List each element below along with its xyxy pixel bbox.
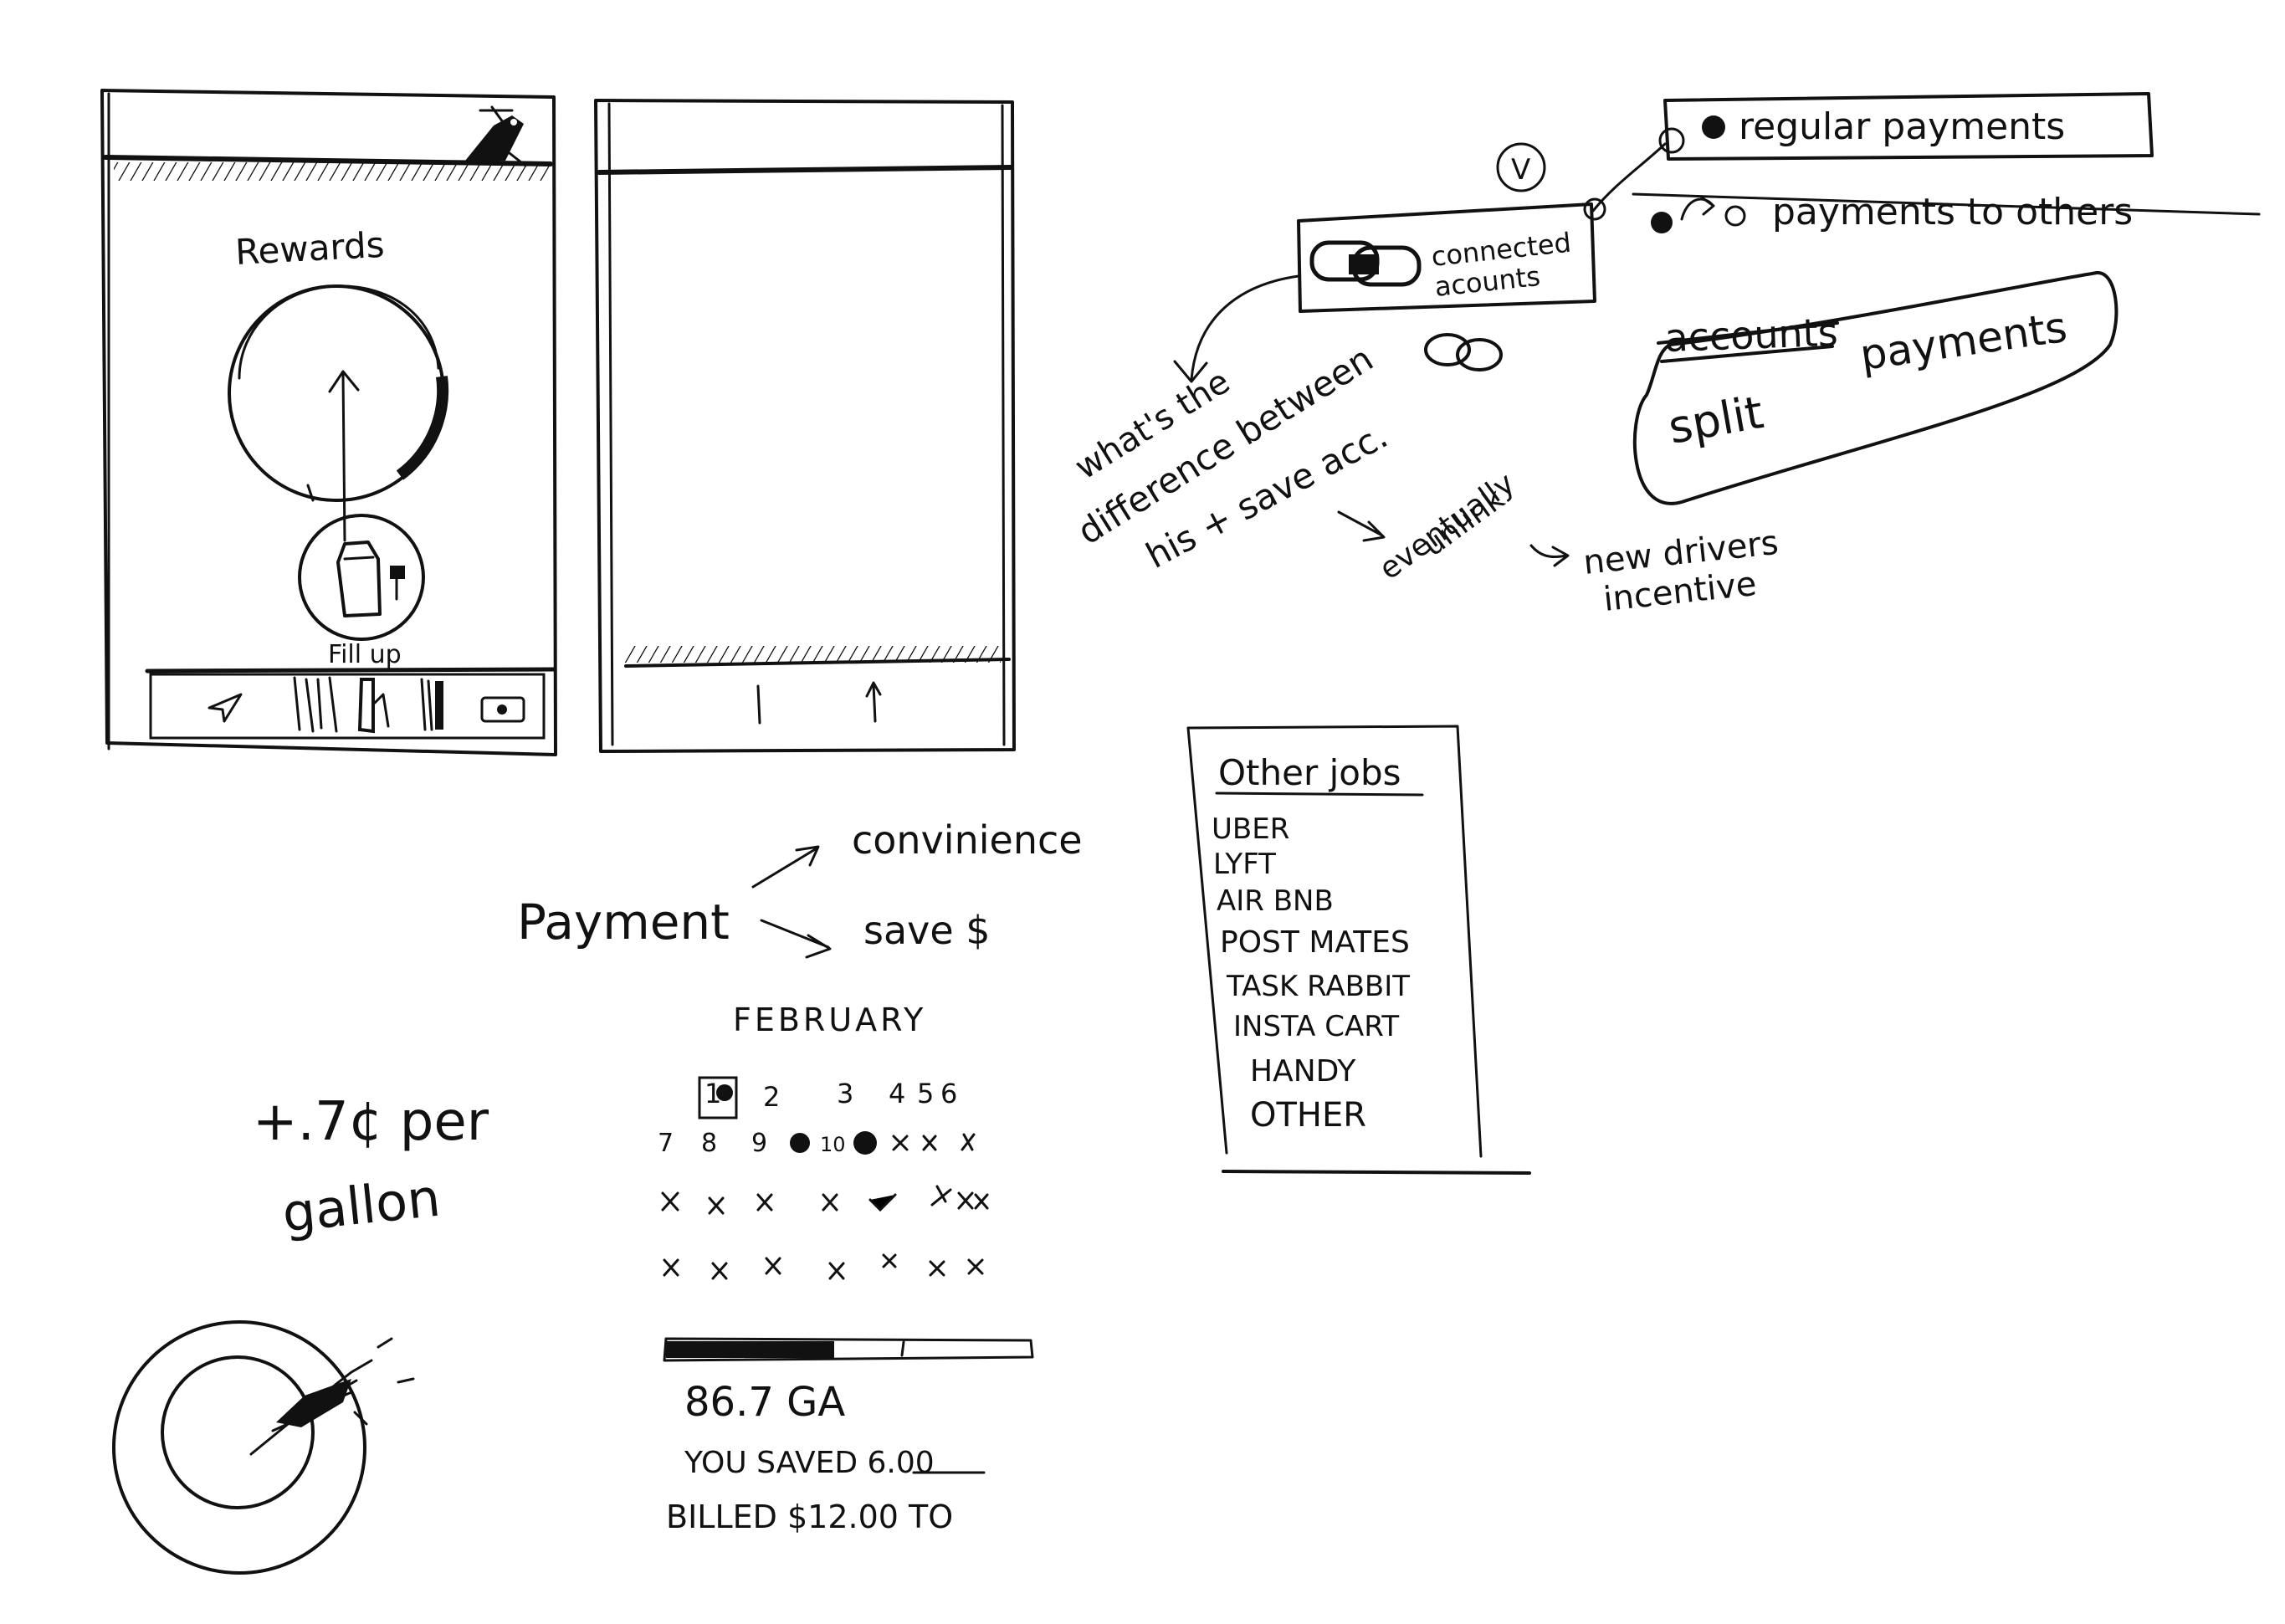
calendar-day[interactable]: 5 [917, 1078, 934, 1109]
phone-mockup-blank [594, 99, 1016, 753]
nav-active-fuel-icon[interactable] [293, 676, 443, 734]
nav-divider [756, 684, 761, 725]
option-regular-payments[interactable]: regular payments [1663, 92, 2154, 161]
fill-up-button[interactable] [298, 514, 425, 641]
per-gallon-amount: +.7¢ per [253, 1091, 489, 1153]
badge-v: V [1496, 142, 1546, 192]
radio-selected-icon [1702, 115, 1725, 139]
gallons-progress-bar [663, 1337, 1034, 1362]
savings-text: YOU SAVED 6.00 [684, 1446, 935, 1480]
radio-empty-icon [1724, 205, 1746, 227]
per-gallon-note: +.7¢ per gallon [253, 1091, 489, 1244]
calendar-day[interactable]: 6 [940, 1078, 957, 1109]
job-item[interactable]: LYFT [1213, 848, 1276, 881]
branch-convenience: convinience [852, 817, 1083, 863]
job-item[interactable]: HANDY [1250, 1054, 1356, 1089]
job-item[interactable]: AIR BNB [1217, 884, 1334, 918]
calendar-month: FEBRUARY [733, 1002, 926, 1038]
payment-root: Payment [517, 894, 730, 950]
gauge-fill [396, 376, 449, 480]
arrow-icon [760, 919, 832, 959]
calendar-day[interactable]: 4 [889, 1078, 905, 1109]
arrow-icon [751, 845, 820, 889]
gas-pump-icon [336, 540, 382, 617]
arrow-icon [1529, 544, 1570, 567]
job-item[interactable]: TASK RABBIT [1226, 970, 1410, 1003]
job-item[interactable]: OTHER [1250, 1096, 1366, 1135]
connected-accounts-flow: V connected acounts regular payments pay [1297, 92, 2261, 505]
rewards-title: Rewards [234, 224, 386, 273]
branch-save: save $ [863, 908, 991, 953]
link-chain-icon [1309, 240, 1422, 287]
svg-text:regular payments: regular payments [1739, 105, 2065, 148]
calendar-day[interactable]: 10 [820, 1133, 846, 1156]
calendar-row-2: 7 8 9 10 [658, 1129, 877, 1158]
other-jobs-panel: Other jobs UBER LYFT AIR BNB POST MATES … [1186, 725, 1531, 1175]
connected-accounts-card[interactable]: connected acounts [1297, 202, 1596, 313]
rewards-gauge [228, 284, 449, 502]
header-hatching [114, 162, 551, 181]
connector-line [1591, 142, 1667, 213]
bottom-nav [207, 676, 525, 734]
svg-text:payments: payments [1857, 303, 2070, 380]
bird-logo-icon [465, 105, 527, 167]
svg-text:payments to others: payments to others [1772, 191, 2133, 233]
arrow-icon [1337, 510, 1386, 542]
payment-mind-map: Payment convinience save $ [517, 817, 1083, 959]
gauge-dial-sketch [112, 1320, 415, 1575]
saved-day-dot-icon [853, 1131, 877, 1155]
svg-text:split: split [1664, 386, 1767, 454]
calendar-day[interactable]: 7 [658, 1129, 674, 1158]
navigation-arrow-icon[interactable] [207, 693, 243, 723]
job-item[interactable]: UBER [1212, 812, 1289, 846]
job-item[interactable]: INSTA CART [1233, 1010, 1399, 1043]
calendar-day[interactable]: 1 [704, 1078, 721, 1109]
phone-mockup-rewards: Rewards Fill up [100, 89, 557, 756]
calendar-day[interactable]: 3 [837, 1078, 853, 1109]
curved-arrow-icon [1680, 196, 1715, 221]
job-item[interactable]: POST MATES [1220, 925, 1410, 960]
svg-text:V: V [1511, 153, 1530, 187]
calendar-panel: FEBRUARY 1 2 3 4 5 6 7 8 9 10 86.7 GA YO… [658, 1002, 1034, 1535]
link-chain-icon [1424, 333, 1503, 371]
calendar-day[interactable]: 9 [751, 1129, 767, 1158]
other-jobs-title: Other jobs [1218, 752, 1401, 793]
radio-selected-icon [1651, 212, 1673, 233]
gallons-total: 86.7 GA [684, 1379, 845, 1426]
billing-text: BILLED $12.00 TO [666, 1498, 953, 1535]
per-gallon-unit: gallon [279, 1167, 443, 1244]
saved-day-dot-icon [790, 1133, 810, 1153]
calendar-day[interactable]: 2 [763, 1081, 780, 1113]
split-payments-card[interactable]: accounts payments split [1632, 271, 2118, 505]
calendar-row-1: 1 2 3 4 5 6 [698, 1076, 957, 1119]
calendar-day[interactable]: 8 [701, 1129, 717, 1158]
option-payments-to-others[interactable]: payments to others [1632, 191, 2261, 233]
wallet-icon[interactable] [480, 696, 525, 723]
progress-fill [666, 1341, 834, 1358]
sketch-canvas: Rewards Fill up V connected acounts regu… [100, 89, 2261, 1575]
curved-arrow-icon [1173, 274, 1300, 383]
fill-up-label: Fill up [328, 640, 402, 669]
up-caret-icon[interactable] [865, 681, 882, 723]
